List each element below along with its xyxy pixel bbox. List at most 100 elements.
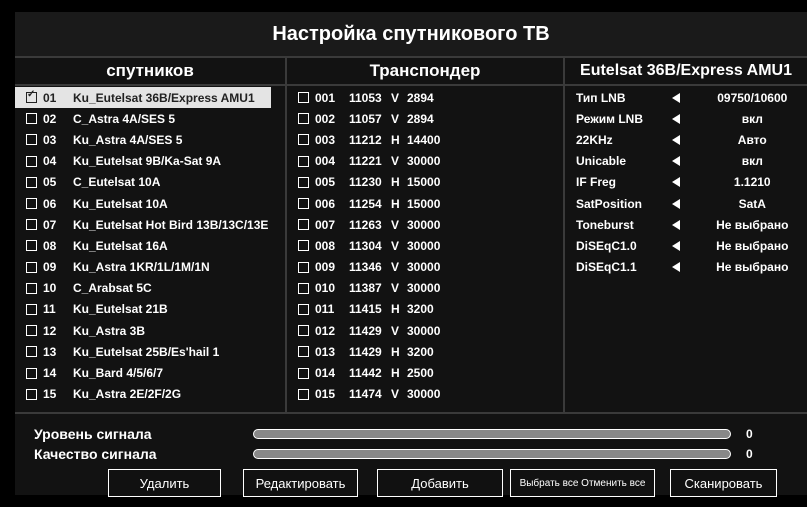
transponder-row[interactable]: 010 11387 V 30000 <box>287 278 563 299</box>
transponder-row[interactable]: 006 11254 H 15000 <box>287 193 563 214</box>
config-row[interactable]: Режим LNB вкл <box>565 108 807 129</box>
transponder-checkbox[interactable] <box>298 261 309 273</box>
select-all-button[interactable]: Выбрать все Отменить все <box>510 469 655 497</box>
satellite-row[interactable]: 06 Ku_Eutelsat 10A <box>15 193 285 214</box>
left-arrow-icon[interactable] <box>671 156 680 167</box>
transponder-checkbox[interactable] <box>298 346 309 358</box>
transponder-row[interactable]: 005 11230 H 15000 <box>287 172 563 193</box>
satellite-row[interactable]: 03 Ku_Astra 4A/SES 5 <box>15 129 285 150</box>
transponder-polarization: V <box>391 323 400 338</box>
satellite-checkbox[interactable] <box>26 89 37 104</box>
satellite-row[interactable]: 11 Ku_Eutelsat 21B <box>15 299 285 320</box>
config-row[interactable]: DiSEqC1.0 Не выбрано <box>565 235 807 256</box>
config-row[interactable]: Unicable вкл <box>565 151 807 172</box>
left-arrow-icon[interactable] <box>671 219 680 230</box>
transponder-frequency: 11263 <box>349 217 382 232</box>
satellite-checkbox[interactable] <box>26 261 37 273</box>
left-arrow-icon[interactable] <box>671 262 680 273</box>
transponder-checkbox[interactable] <box>298 134 309 146</box>
transponder-row[interactable]: 003 11212 H 14400 <box>287 129 563 150</box>
transponder-row[interactable]: 008 11304 V 30000 <box>287 235 563 256</box>
transponder-symbol-rate: 30000 <box>407 217 441 232</box>
button-bar: Удалить Редактировать Добавить Выбрать в… <box>15 469 807 499</box>
transponder-checkbox[interactable] <box>298 176 309 188</box>
transponder-checkbox[interactable] <box>298 240 309 252</box>
left-arrow-icon[interactable] <box>671 177 680 188</box>
transponder-row[interactable]: 013 11429 H 3200 <box>287 341 563 362</box>
transponder-row[interactable]: 001 11053 V 2894 <box>287 87 563 108</box>
config-row[interactable]: DiSEqC1.1 Не выбрано <box>565 257 807 278</box>
config-label: SatPosition <box>576 196 643 211</box>
satellite-checkbox[interactable] <box>26 155 37 167</box>
satellite-row[interactable]: 10 C_Arabsat 5C <box>15 278 285 299</box>
transponder-checkbox[interactable] <box>298 113 309 125</box>
satellite-checkbox[interactable] <box>26 282 37 294</box>
config-row[interactable]: IF Freg 1.1210 <box>565 172 807 193</box>
satellite-row[interactable]: 07 Ku_Eutelsat Hot Bird 13B/13C/13E <box>15 214 285 235</box>
edit-button[interactable]: Редактировать <box>243 469 358 497</box>
left-arrow-icon[interactable] <box>671 113 680 124</box>
transponder-row[interactable]: 014 11442 H 2500 <box>287 362 563 383</box>
transponder-number: 001 <box>315 90 336 105</box>
config-label: Unicable <box>576 154 627 169</box>
satellite-checkbox[interactable] <box>26 198 37 210</box>
left-arrow-icon[interactable] <box>671 240 680 251</box>
transponder-row[interactable]: 011 11415 H 3200 <box>287 299 563 320</box>
satellite-row[interactable]: 08 Ku_Eutelsat 16A <box>15 235 285 256</box>
signal-level-label: Уровень сигнала <box>34 426 152 442</box>
add-button[interactable]: Добавить <box>377 469 503 497</box>
satellite-list-header: спутников <box>15 58 285 86</box>
satellite-row[interactable]: 09 Ku_Astra 1KR/1L/1M/1N <box>15 257 285 278</box>
satellite-row[interactable]: 13 Ku_Eutelsat 25B/Es'hail 1 <box>15 341 285 362</box>
satellite-checkbox[interactable] <box>26 240 37 252</box>
satellite-checkbox[interactable] <box>26 113 37 125</box>
config-row[interactable]: Toneburst Не выбрано <box>565 214 807 235</box>
transponder-row[interactable]: 009 11346 V 30000 <box>287 257 563 278</box>
satellite-row[interactable]: 02 C_Astra 4A/SES 5 <box>15 108 285 129</box>
satellite-checkbox[interactable] <box>26 325 37 337</box>
transponder-row[interactable]: 015 11474 V 30000 <box>287 384 563 405</box>
config-row[interactable]: 22KHz Авто <box>565 129 807 150</box>
transponder-checkbox[interactable] <box>298 198 309 210</box>
transponder-checkbox[interactable] <box>298 367 309 379</box>
satellite-checkbox[interactable] <box>26 388 37 400</box>
transponder-row[interactable]: 002 11057 V 2894 <box>287 108 563 129</box>
transponder-checkbox[interactable] <box>298 155 309 167</box>
scan-button[interactable]: Сканировать <box>670 469 777 497</box>
satellite-number: 05 <box>43 175 57 190</box>
transponder-checkbox[interactable] <box>298 388 309 400</box>
satellite-row[interactable]: 01 Ku_Eutelsat 36B/Express AMU1 <box>15 87 271 109</box>
page-title: Настройка спутникового ТВ <box>272 22 550 45</box>
delete-button[interactable]: Удалить <box>108 469 221 497</box>
transponder-row[interactable]: 004 11221 V 30000 <box>287 151 563 172</box>
transponder-row[interactable]: 012 11429 V 30000 <box>287 320 563 341</box>
transponder-number: 013 <box>315 344 336 359</box>
left-arrow-icon[interactable] <box>671 198 680 209</box>
signal-level-value: 0 <box>746 427 753 441</box>
satellite-checkbox[interactable] <box>26 219 37 231</box>
satellite-row[interactable]: 12 Ku_Astra 3B <box>15 320 285 341</box>
transponder-polarization: V <box>391 238 400 253</box>
transponder-checkbox[interactable] <box>298 325 309 337</box>
satellite-checkbox[interactable] <box>26 367 37 379</box>
satellite-row[interactable]: 05 C_Eutelsat 10A <box>15 172 285 193</box>
transponder-checkbox[interactable] <box>298 303 309 315</box>
satellite-checkbox[interactable] <box>26 303 37 315</box>
transponder-checkbox[interactable] <box>298 282 309 294</box>
settings-window: Настройка спутникового ТВ спутников 01 Ku… <box>15 12 807 497</box>
satellite-row[interactable]: 14 Ku_Bard 4/5/6/7 <box>15 362 285 383</box>
transponder-row[interactable]: 007 11263 V 30000 <box>287 214 563 235</box>
config-row[interactable]: SatPosition SatA <box>565 193 807 214</box>
satellite-checkbox[interactable] <box>26 134 37 146</box>
left-arrow-icon[interactable] <box>671 134 680 145</box>
transponder-checkbox[interactable] <box>298 92 309 104</box>
left-arrow-icon[interactable] <box>671 92 680 103</box>
signal-quality-label: Качество сигнала <box>34 446 157 462</box>
satellite-row[interactable]: 04 Ku_Eutelsat 9B/Ka-Sat 9A <box>15 151 285 172</box>
satellite-checkbox[interactable] <box>26 346 37 358</box>
satellite-row[interactable]: 15 Ku_Astra 2E/2F/2G <box>15 384 285 405</box>
signal-quality-bar <box>253 449 731 459</box>
config-row[interactable]: Тип LNB 09750/10600 <box>565 87 807 108</box>
satellite-checkbox[interactable] <box>26 176 37 188</box>
transponder-checkbox[interactable] <box>298 219 309 231</box>
